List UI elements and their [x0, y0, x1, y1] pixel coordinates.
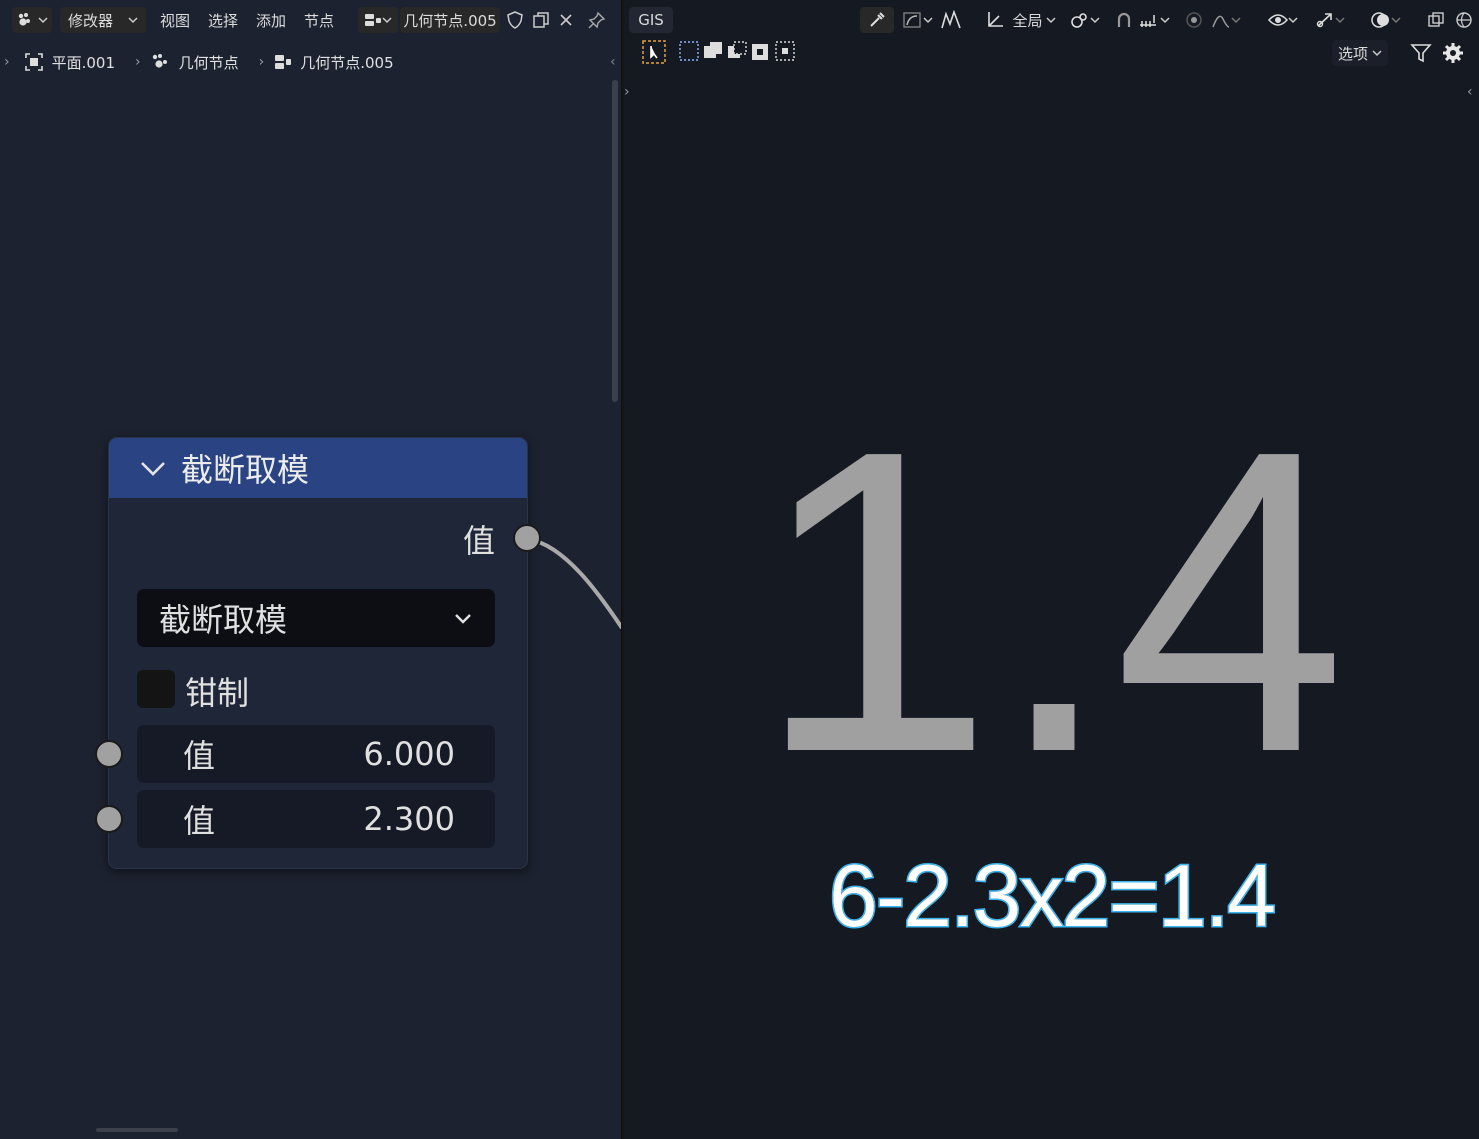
result-display-text: 1.4 — [774, 362, 1334, 820]
globe-icon — [1456, 12, 1472, 28]
select-tool-icon[interactable] — [642, 40, 666, 64]
input-socket-1[interactable] — [95, 740, 123, 768]
input-value-field-2[interactable]: 值 2.300 — [137, 790, 495, 848]
output-label: 值 — [462, 522, 495, 560]
node-header[interactable]: 截断取模 — [109, 438, 527, 498]
eyedropper-button[interactable] — [860, 7, 894, 33]
link-icon — [1071, 13, 1087, 28]
curve-icon — [903, 12, 921, 28]
chevron-down-icon — [1045, 17, 1056, 24]
visibility-button[interactable] — [1264, 7, 1302, 33]
node-output-row: 值 — [109, 516, 529, 560]
truncated-modulo-node[interactable]: 截断取模 值 截断取模 钳制 值 6.000 值 2.300 — [95, 437, 541, 869]
input-1-label: 值 — [183, 737, 216, 775]
select-extend-icon[interactable] — [702, 40, 726, 64]
chevron-down-icon — [1288, 17, 1298, 24]
gizmo-icon — [1316, 13, 1332, 28]
input-1-value: 6.000 — [363, 735, 455, 773]
select-intersect-icon[interactable] — [774, 40, 798, 64]
pivot-point-button[interactable] — [1066, 7, 1104, 33]
operation-dropdown[interactable]: 截断取模 — [137, 589, 495, 647]
shading-button[interactable] — [1452, 7, 1476, 33]
transform-pivot-button[interactable] — [984, 7, 1006, 33]
formula-caption: 6-2.3x2=1.4 — [624, 845, 1479, 947]
mesh-select-icon — [941, 10, 961, 29]
viewer-header: GIS 全局 — [624, 0, 1479, 40]
overlay-icon — [1371, 12, 1389, 28]
result-display: 1.4 — [774, 362, 1334, 820]
gear-icon[interactable] — [1442, 42, 1464, 64]
chevron-down-icon — [455, 614, 471, 624]
falloff-button[interactable] — [1208, 7, 1244, 33]
axis-icon — [988, 12, 1003, 27]
input-socket-2[interactable] — [95, 805, 123, 833]
snap-grid-icon — [1140, 15, 1156, 27]
gis-label: GIS — [638, 11, 664, 29]
snap-toggle-button[interactable] — [1112, 7, 1136, 33]
input-value-field-1[interactable]: 值 6.000 — [137, 725, 495, 783]
select-new-icon[interactable] — [678, 40, 702, 64]
chevron-down-icon — [1160, 17, 1170, 24]
snap-target-button[interactable] — [1136, 7, 1172, 33]
viewer-panel: GIS 全局 选项 › ‹ 1.4 6-2.3x2=1.4 — [624, 0, 1479, 1139]
formula-text: 6-2.3x2=1.4 — [827, 845, 1277, 947]
chevron-down-icon — [923, 17, 933, 24]
input-2-value: 2.300 — [363, 800, 455, 838]
select-invert-icon[interactable] — [750, 40, 774, 64]
node-editor-panel: 修改器 视图 选择 添加 节点 几何节点.005 › 平面.001 › 几何节点… — [0, 0, 622, 1139]
chevron-left-icon[interactable]: ‹ — [1467, 84, 1473, 100]
magnet-icon — [1117, 12, 1131, 27]
overlays-button[interactable] — [1366, 7, 1406, 33]
snap-curve-button[interactable] — [898, 7, 938, 33]
gizmo-button[interactable] — [1310, 7, 1350, 33]
mesh-select-button[interactable] — [938, 7, 964, 33]
transform-orientation-label: 全局 — [1012, 11, 1043, 30]
transform-orientation-dropdown[interactable]: 全局 — [1010, 7, 1058, 33]
input-2-label: 值 — [183, 802, 216, 840]
proportional-edit-icon — [1186, 12, 1202, 28]
xray-button[interactable] — [1424, 7, 1448, 33]
eye-icon — [1268, 14, 1288, 26]
options-dropdown[interactable]: 选项 — [1332, 40, 1388, 66]
falloff-icon — [1212, 15, 1230, 28]
node-title: 截断取模 — [181, 451, 310, 489]
clamp-label: 钳制 — [185, 674, 250, 712]
select-subtract-icon[interactable] — [726, 40, 750, 64]
collapse-chevron-icon[interactable] — [139, 459, 167, 477]
chevron-down-icon — [1335, 17, 1345, 24]
chevron-down-icon — [1372, 50, 1382, 57]
xray-icon — [1428, 12, 1444, 27]
filter-icon[interactable] — [1410, 42, 1432, 64]
clamp-checkbox[interactable] — [137, 670, 175, 708]
gis-menu[interactable]: GIS — [629, 7, 673, 33]
proportional-edit-button[interactable] — [1182, 7, 1206, 33]
operation-label: 截断取模 — [159, 601, 288, 639]
chevron-right-icon[interactable]: › — [624, 84, 630, 100]
chevron-down-icon — [1391, 17, 1401, 24]
chevron-down-icon — [1090, 17, 1100, 24]
options-label: 选项 — [1337, 44, 1368, 63]
chevron-down-icon — [1231, 17, 1241, 24]
output-socket[interactable] — [513, 524, 541, 552]
eyedropper-icon — [870, 12, 885, 27]
